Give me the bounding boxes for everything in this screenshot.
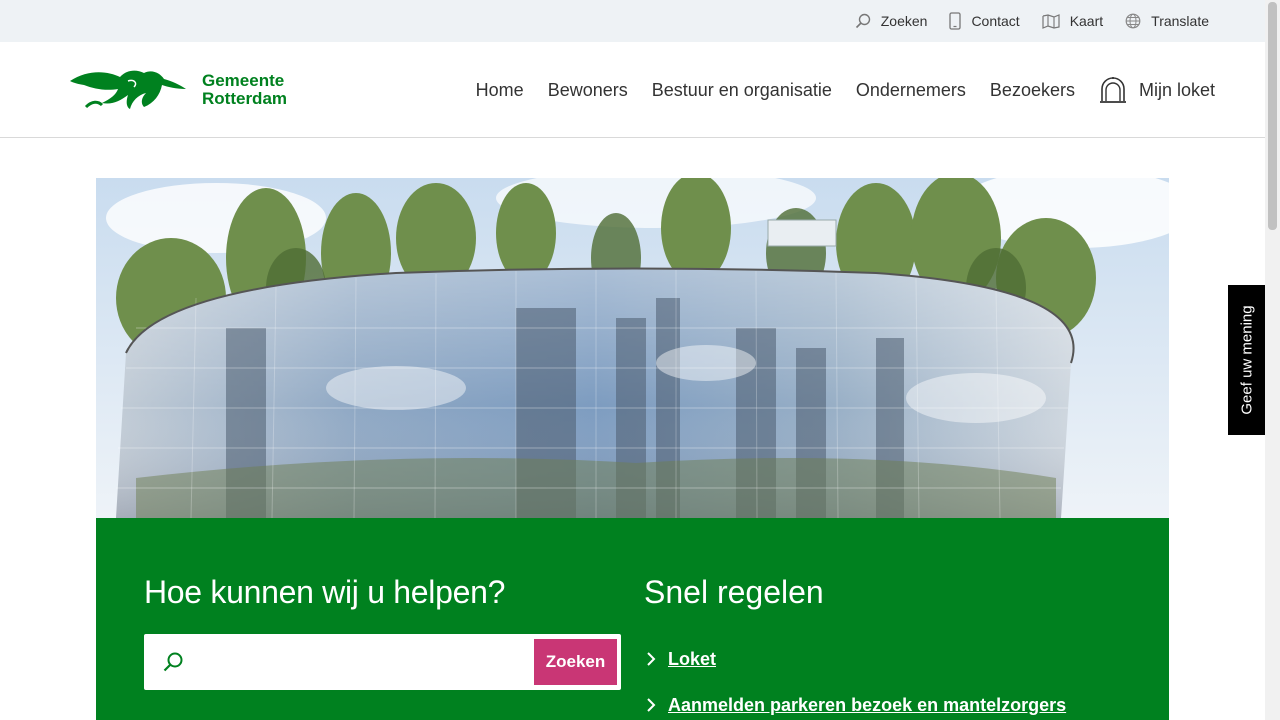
hero-image bbox=[96, 178, 1169, 518]
chevron-right-icon bbox=[647, 652, 656, 666]
logo-wordmark: Gemeente Rotterdam bbox=[202, 72, 287, 108]
nav-home[interactable]: Home bbox=[476, 80, 524, 101]
feedback-tab[interactable]: Geef uw mening bbox=[1228, 285, 1265, 435]
site-header: Gemeente Rotterdam Home Bewoners Bestuur… bbox=[0, 42, 1265, 138]
utility-search-label: Zoeken bbox=[880, 13, 928, 29]
map-icon bbox=[1042, 13, 1060, 29]
nav-mijn-loket-label: Mijn loket bbox=[1138, 79, 1215, 100]
rotterdam-lion-icon bbox=[70, 70, 186, 109]
nav-ondernemers[interactable]: Ondernemers bbox=[856, 80, 966, 101]
nav-mijn-loket[interactable]: Mijn loket bbox=[1099, 75, 1215, 105]
utility-contact-label: Contact bbox=[971, 13, 1020, 29]
utility-map-link[interactable]: Kaart bbox=[1042, 13, 1103, 29]
utility-search-link[interactable]: Zoeken bbox=[855, 13, 928, 29]
logo-line-2: Rotterdam bbox=[202, 89, 288, 108]
help-title: Hoe kunnen wij u helpen? bbox=[144, 574, 506, 610]
utility-translate-label: Translate bbox=[1151, 13, 1209, 29]
main-nav: Home Bewoners Bestuur en organisatie Ond… bbox=[476, 42, 1215, 138]
phone-icon bbox=[949, 12, 962, 30]
gemeente-rotterdam-logo[interactable]: Gemeente Rotterdam bbox=[68, 67, 287, 113]
quick-link-loket[interactable]: Loket bbox=[668, 649, 716, 670]
logo-line-1: Gemeente bbox=[202, 71, 285, 90]
page-scrollbar[interactable] bbox=[1265, 0, 1280, 720]
nav-bestuur-en-organisatie[interactable]: Bestuur en organisatie bbox=[652, 80, 832, 101]
counter-bell-icon bbox=[1099, 77, 1126, 103]
depot-building-photo bbox=[96, 178, 1169, 518]
quick-links-list: Loket Aanmelden parkeren bezoek en mante… bbox=[646, 636, 1066, 720]
scrollbar-thumb[interactable] bbox=[1268, 2, 1277, 230]
nav-bezoekers[interactable]: Bezoekers bbox=[990, 80, 1075, 101]
search-button[interactable]: Zoeken bbox=[534, 639, 617, 685]
quick-link-item: Loket bbox=[646, 636, 1066, 682]
search-input[interactable] bbox=[200, 642, 520, 682]
search-icon bbox=[163, 652, 183, 672]
quick-links-title: Snel regelen bbox=[644, 574, 824, 610]
quick-link-parkeren[interactable]: Aanmelden parkeren bezoek en mantelzorge… bbox=[668, 695, 1066, 716]
utility-contact-link[interactable]: Contact bbox=[949, 12, 1020, 30]
chevron-right-icon bbox=[647, 698, 656, 712]
globe-icon bbox=[1125, 13, 1141, 29]
utility-bar: Zoeken Contact Kaart Translate bbox=[0, 0, 1265, 42]
utility-map-label: Kaart bbox=[1069, 13, 1104, 29]
quick-link-item: Aanmelden parkeren bezoek en mantelzorge… bbox=[646, 682, 1066, 720]
search-icon bbox=[855, 13, 870, 29]
utility-nav: Zoeken Contact Kaart Translate bbox=[855, 0, 1209, 42]
site-search-form: Zoeken bbox=[144, 634, 621, 690]
nav-bewoners[interactable]: Bewoners bbox=[548, 80, 628, 101]
help-panel: Hoe kunnen wij u helpen? Zoeken Snel reg… bbox=[96, 518, 1169, 720]
utility-translate-link[interactable]: Translate bbox=[1125, 13, 1209, 29]
feedback-label: Geef uw mening bbox=[1238, 305, 1255, 415]
